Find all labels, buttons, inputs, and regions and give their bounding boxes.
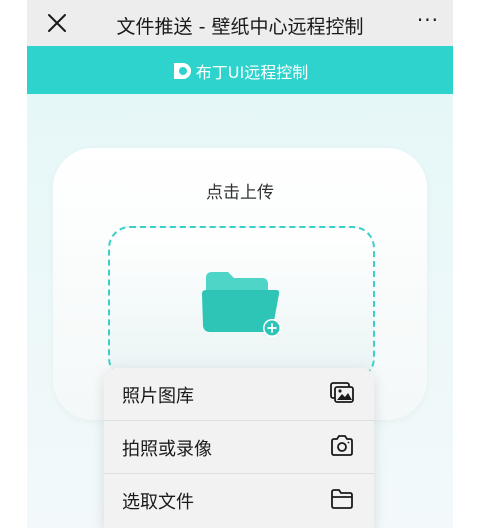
- sheet-item-label: 选取文件: [122, 492, 194, 513]
- sheet-item-choose-file[interactable]: 选取文件: [104, 474, 374, 528]
- sheet-item-label: 照片图库: [122, 386, 194, 407]
- brand: 布丁UI远程控制: [27, 59, 453, 83]
- upload-title: 点击上传: [206, 183, 274, 203]
- brand-bar: 布丁UI远程控制: [27, 46, 453, 94]
- action-sheet: 照片图库 拍照或录像 选取文件: [104, 368, 374, 528]
- camera-icon: [331, 435, 353, 456]
- brand-logo-icon: [173, 63, 191, 79]
- photo-library-icon: [330, 382, 354, 403]
- folder-add-icon: [202, 272, 281, 337]
- sheet-item-camera[interactable]: 拍照或录像: [104, 421, 374, 474]
- upload-dropzone[interactable]: [108, 226, 375, 380]
- brand-name: 布丁UI远程控制: [195, 63, 309, 82]
- top-bar: 文件推送 - 壁纸中心远程控制 ···: [27, 0, 453, 46]
- page-title: 文件推送 - 壁纸中心远程控制: [116, 16, 364, 38]
- sheet-item-label: 拍照或录像: [122, 439, 212, 460]
- more-menu-button[interactable]: ···: [417, 8, 439, 32]
- folder-icon: [331, 489, 353, 509]
- phone-screen: 文件推送 - 壁纸中心远程控制 ··· 布丁UI远程控制 点击上传 照片图库 拍…: [27, 0, 453, 528]
- close-icon[interactable]: [45, 11, 69, 35]
- sheet-item-photo-library[interactable]: 照片图库: [104, 368, 374, 421]
